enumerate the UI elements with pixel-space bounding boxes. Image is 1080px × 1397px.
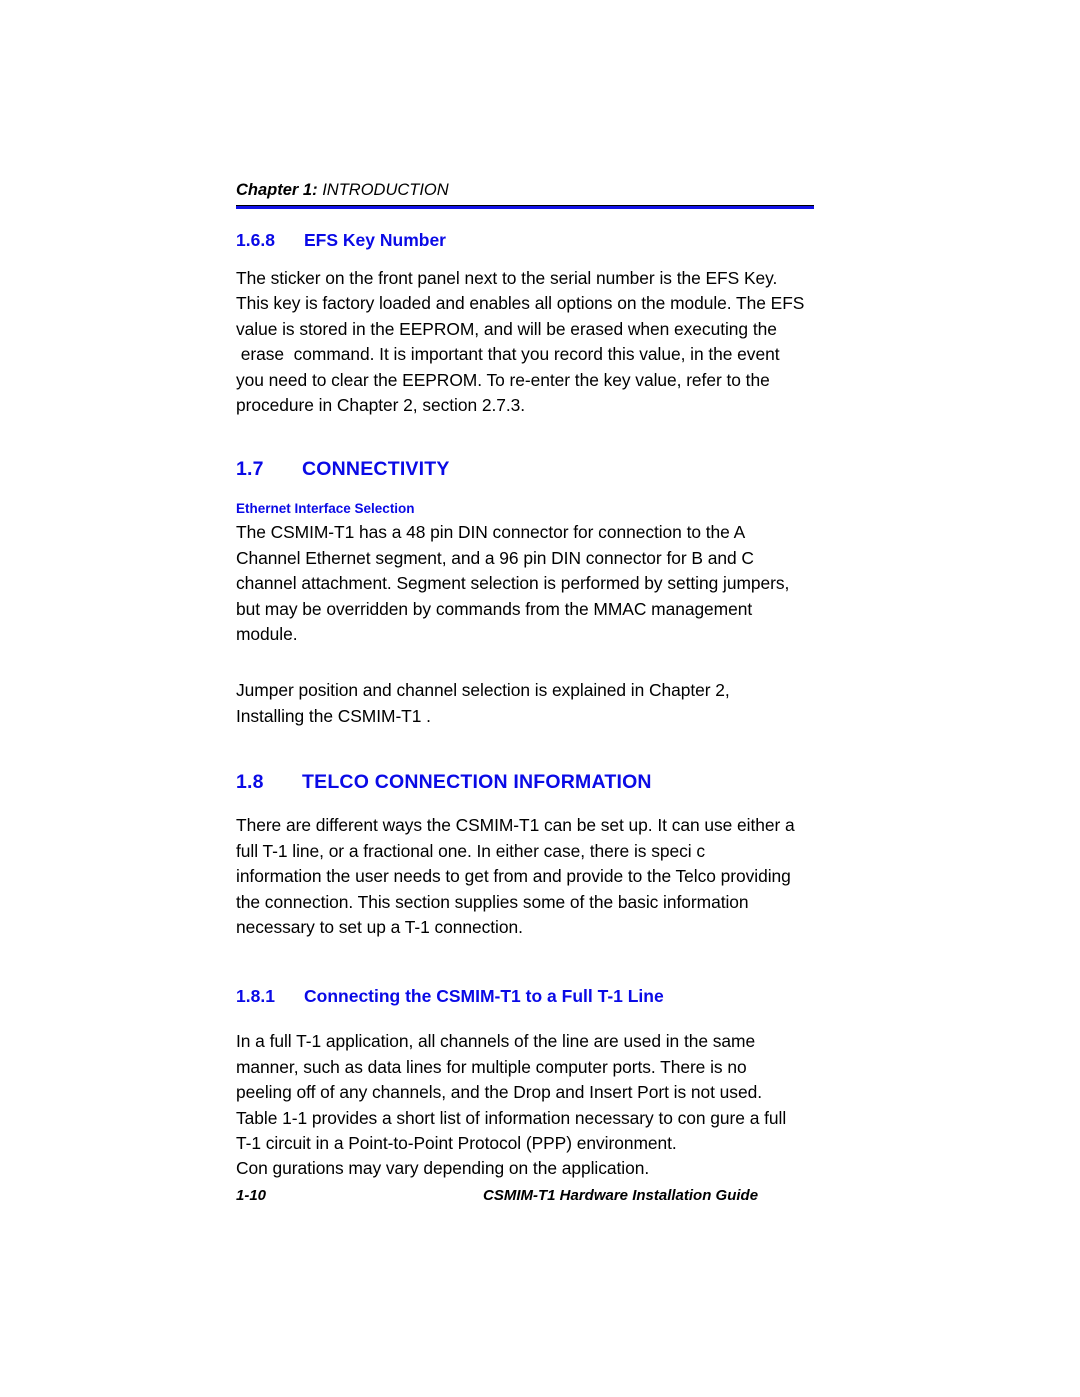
heading-1-7-title: CONNECTIVITY bbox=[302, 458, 450, 481]
heading-1-7-number: 1.7 bbox=[236, 458, 264, 481]
paragraph-connectivity-jumper: Jumper position and channel selection is… bbox=[236, 680, 730, 726]
paragraph-full-t1-body: In a full T-1 application, all channels … bbox=[236, 1031, 787, 1179]
header-rule-blue-line bbox=[236, 206, 814, 209]
heading-1-8-number: 1.8 bbox=[236, 771, 264, 794]
running-header-text: Chapter 1: INTRODUCTION bbox=[236, 180, 814, 200]
page-footer: 1-10 CSMIM-T1 Hardware Installation Guid… bbox=[236, 1186, 856, 1210]
heading-1-8-1: 1.8.1 Connecting the CSMIM-T1 to a Full T… bbox=[236, 984, 896, 1008]
heading-1-8-1-title: Connecting the CSMIM-T1 to a Full T-1 Li… bbox=[304, 986, 664, 1007]
heading-1-6-8: 1.6.8 EFS Key Number bbox=[236, 228, 896, 252]
running-header-chapter-title: INTRODUCTION bbox=[317, 181, 449, 199]
running-header: Chapter 1: INTRODUCTION bbox=[236, 180, 814, 200]
paragraph-telco-body: There are different ways the CSMIM-T1 ca… bbox=[236, 815, 795, 937]
heading-1-6-8-number: 1.6.8 bbox=[236, 230, 275, 250]
subheading-ethernet-interface-selection: Ethernet Interface Selection bbox=[236, 501, 415, 517]
heading-1-8: 1.8 TELCO CONNECTION INFORMATION bbox=[236, 769, 896, 795]
footer-page-number: 1-10 bbox=[236, 1187, 267, 1204]
heading-1-6-8-title: EFS Key Number bbox=[304, 230, 446, 250]
heading-1-8-title: TELCO CONNECTION INFORMATION bbox=[302, 771, 652, 794]
running-header-chapter-label: Chapter 1: bbox=[236, 181, 318, 199]
paragraph-efs-key-body: The sticker on the front panel next to t… bbox=[236, 268, 805, 416]
main-content-column: 1.6.8 EFS Key Number The sticker on the f… bbox=[236, 228, 896, 1182]
header-divider-rule bbox=[236, 205, 814, 210]
paragraph-connectivity-body: The CSMIM-T1 has a 48 pin DIN connector … bbox=[236, 522, 790, 645]
heading-1-7: 1.7 CONNECTIVITY bbox=[236, 456, 896, 482]
document-page: Chapter 1: INTRODUCTION 1.6.8 EFS Key Num… bbox=[0, 0, 1080, 1397]
footer-document-title: CSMIM-T1 Hardware Installation Guide bbox=[483, 1187, 759, 1204]
heading-1-8-1-number: 1.8.1 bbox=[236, 986, 275, 1007]
